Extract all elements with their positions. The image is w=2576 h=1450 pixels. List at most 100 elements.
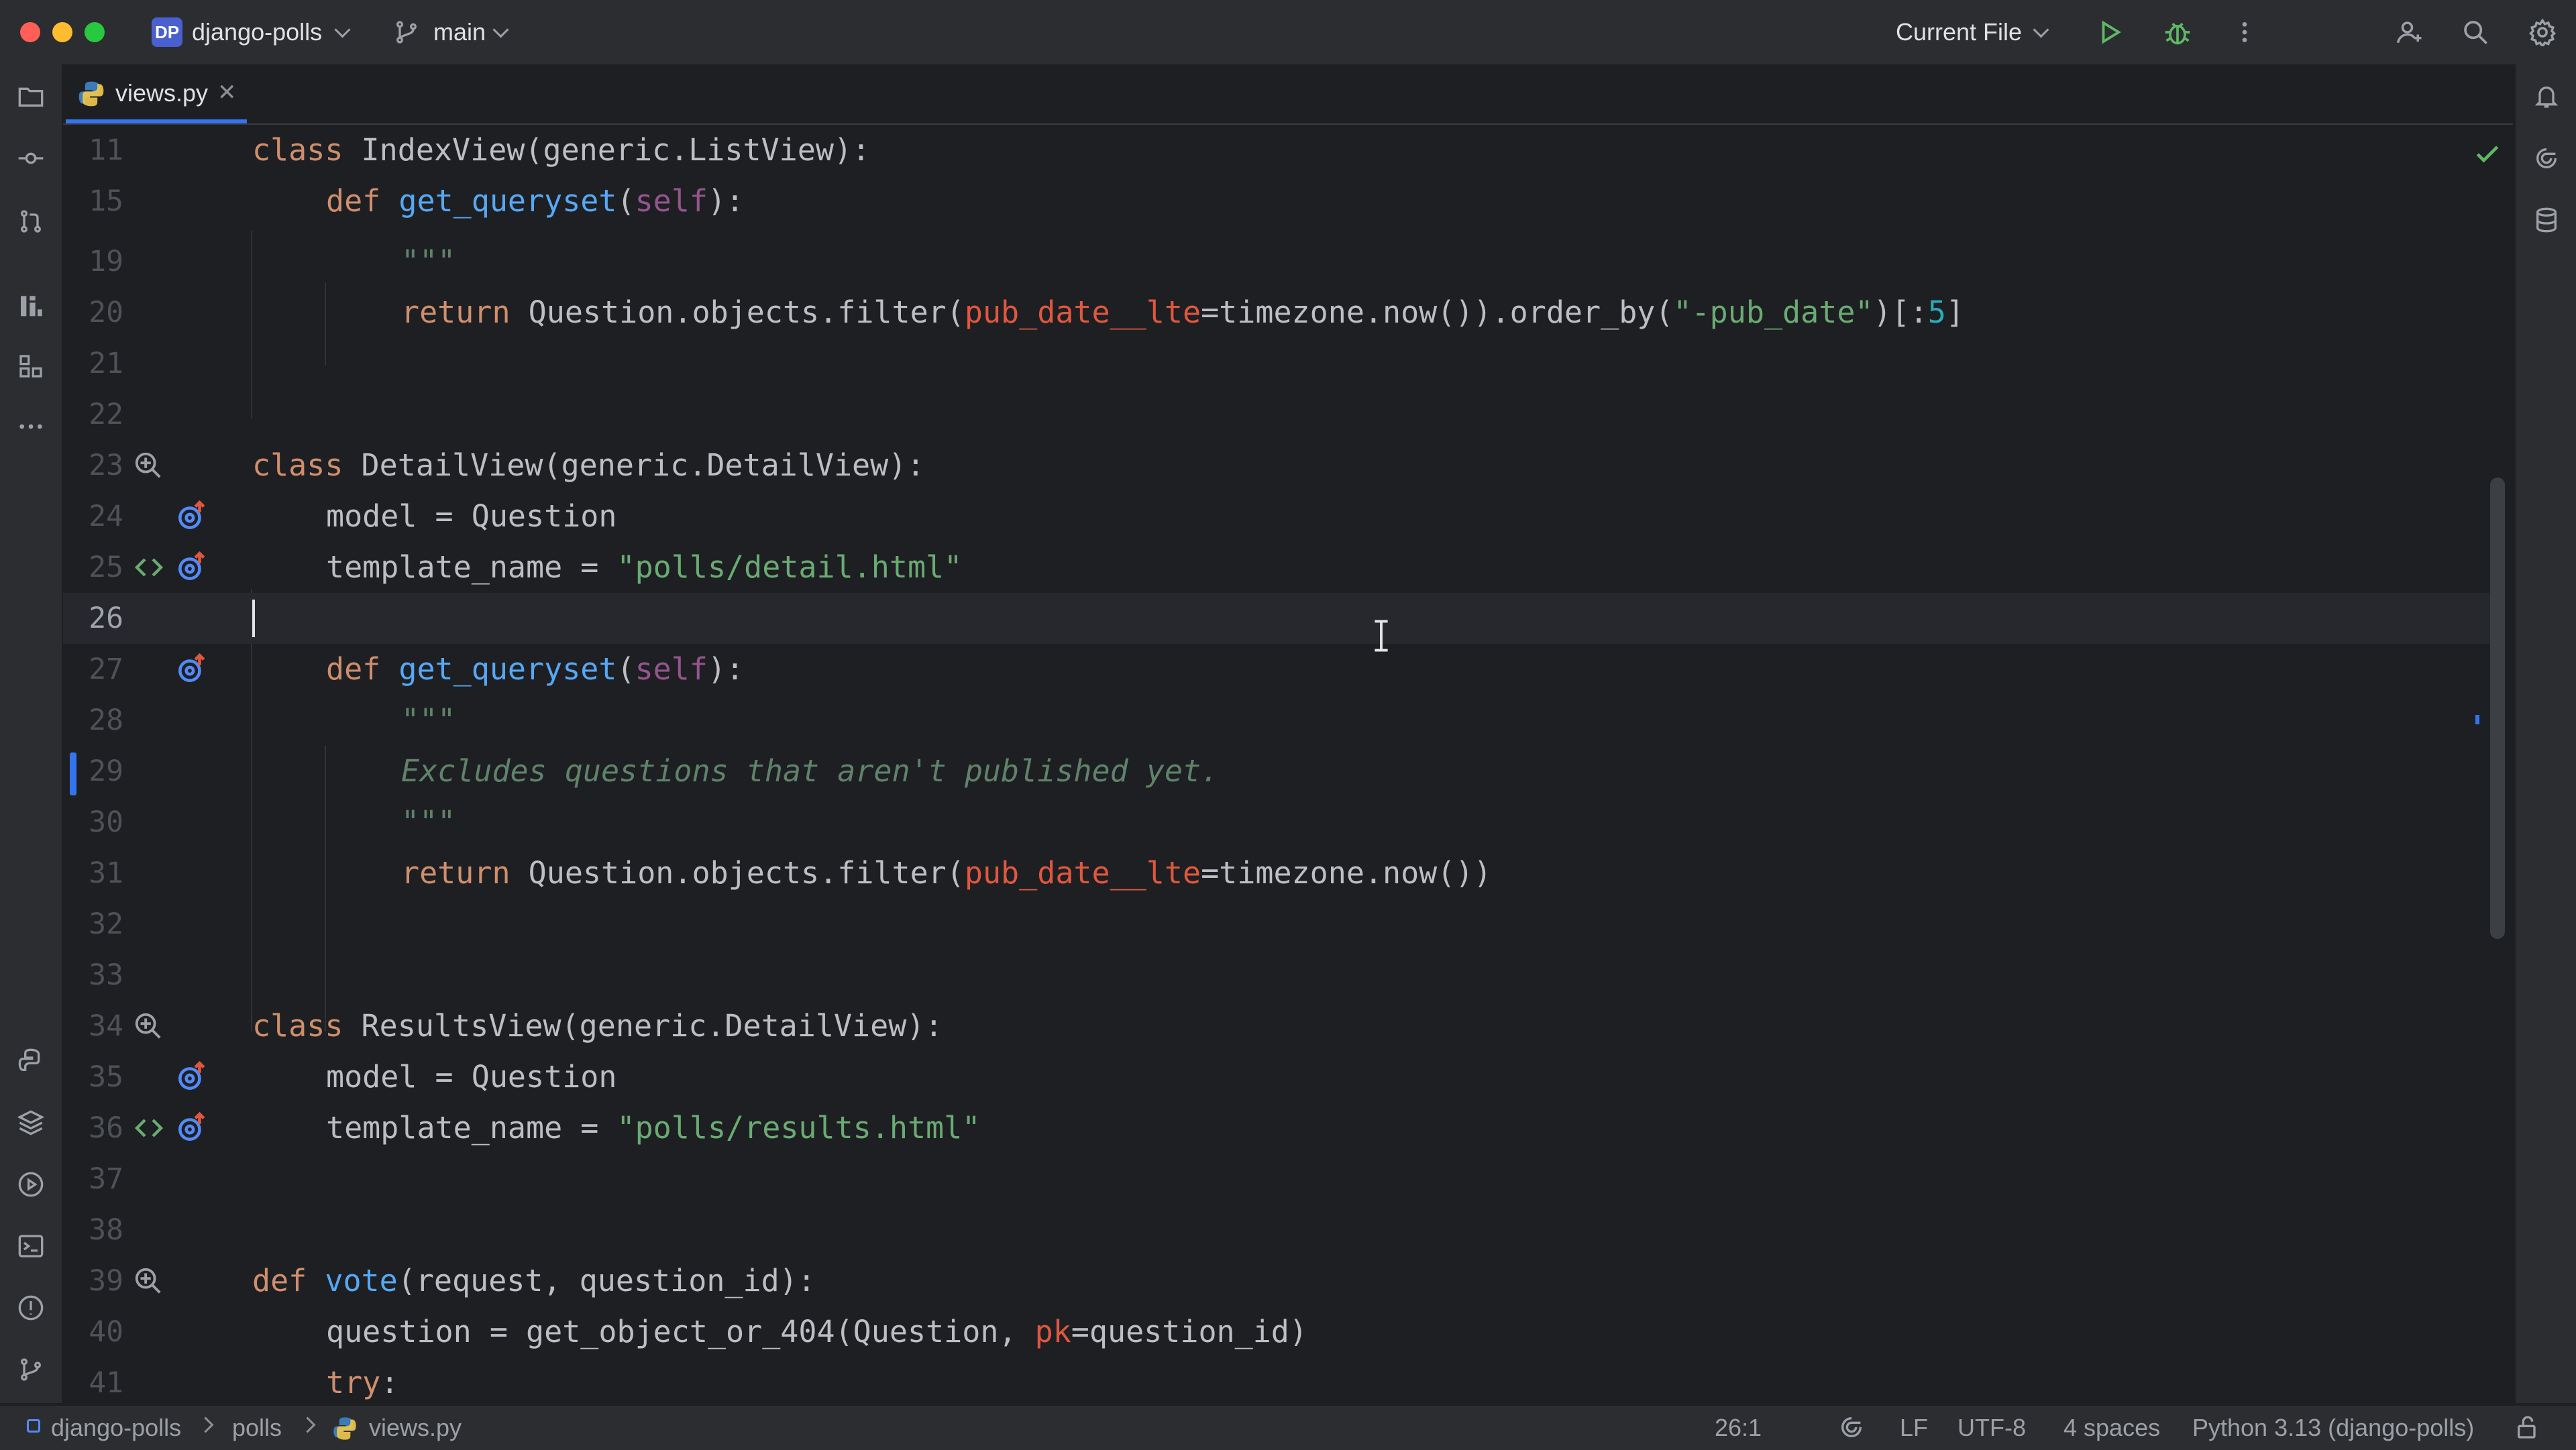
- line-number: 35: [89, 1060, 123, 1094]
- current-code-line: 26: [63, 593, 2491, 644]
- code-line: 30 """: [63, 797, 2491, 848]
- pull-request-icon[interactable]: [15, 205, 47, 237]
- line-separator[interactable]: LF: [1900, 1414, 1928, 1442]
- code-text: def get_queryset(self):: [326, 651, 745, 687]
- code-line: 32: [63, 899, 2491, 950]
- file-encoding[interactable]: UTF-8: [1957, 1414, 2026, 1442]
- branch-icon: [390, 16, 423, 48]
- tab-views-py[interactable]: views.py ✕: [66, 64, 247, 123]
- branch-name[interactable]: main: [433, 17, 486, 47]
- more-actions-icon[interactable]: [2229, 16, 2261, 48]
- code-line: 28 """: [63, 695, 2491, 746]
- project-name[interactable]: django-polls: [192, 17, 322, 47]
- python-file-icon: [331, 1415, 358, 1445]
- tab-label: views.py: [115, 79, 209, 107]
- django-view-gutter-icon[interactable]: [133, 1256, 164, 1306]
- minimize-window-button[interactable]: [52, 22, 72, 42]
- lock-icon[interactable]: [2514, 1414, 2541, 1444]
- chevron-right-icon: [299, 1416, 316, 1433]
- line-number: 27: [89, 653, 123, 686]
- breadcrumb-project[interactable]: django-polls: [51, 1414, 181, 1442]
- debug-icon[interactable]: [2161, 16, 2194, 48]
- code-text: """: [401, 243, 456, 279]
- code-text: def get_queryset(self):: [326, 183, 745, 219]
- code-line: 29 Excludes questions that aren't publis…: [63, 746, 2491, 797]
- line-number: 41: [89, 1366, 123, 1400]
- run-icon[interactable]: [2094, 16, 2127, 48]
- problems-icon[interactable]: [15, 1292, 47, 1324]
- line-number: 28: [89, 704, 123, 737]
- override-gutter-icon[interactable]: [174, 1103, 208, 1154]
- line-number: 24: [89, 500, 123, 533]
- indent-setting[interactable]: 4 spaces: [2063, 1414, 2160, 1442]
- maximize-window-button[interactable]: [85, 22, 105, 42]
- no-problems-check-icon[interactable]: [2473, 140, 2502, 172]
- code-editor[interactable]: 11 class IndexView(generic.ListView): 15…: [63, 125, 2513, 1403]
- code-text: class DetailView(generic.DetailView):: [252, 447, 925, 483]
- close-window-button[interactable]: [20, 22, 40, 42]
- override-gutter-icon[interactable]: [174, 542, 208, 593]
- django-view-gutter-icon[interactable]: [133, 440, 164, 491]
- terminal-icon[interactable]: [15, 1230, 47, 1262]
- django-view-gutter-icon[interactable]: [133, 1001, 164, 1052]
- line-number: 29: [89, 755, 123, 788]
- code-line: 22: [63, 389, 2491, 440]
- chevron-right-icon: [197, 1416, 214, 1433]
- code-line: 19 """: [63, 236, 2491, 287]
- code-line: 40 question = get_object_or_404(Question…: [63, 1306, 2491, 1357]
- django-structure-icon[interactable]: [15, 291, 47, 323]
- code-text: return Question.objects.filter(pub_date_…: [401, 855, 1492, 891]
- more-tools-icon[interactable]: [15, 410, 47, 443]
- line-number: 11: [89, 133, 123, 167]
- code-line: 31 return Question.objects.filter(pub_da…: [63, 848, 2491, 899]
- scrollbar-change-marker: [2475, 715, 2479, 724]
- template-link-gutter-icon[interactable]: [133, 542, 165, 593]
- template-link-gutter-icon[interactable]: [133, 1103, 165, 1154]
- code-text: def vote(request, question_id):: [252, 1263, 816, 1298]
- search-icon[interactable]: [2459, 16, 2491, 48]
- run-config-selector[interactable]: Current File: [1896, 17, 2022, 47]
- breadcrumb-file[interactable]: views.py: [369, 1414, 462, 1442]
- python-console-icon[interactable]: [15, 1045, 47, 1077]
- ai-assistant-icon[interactable]: [2530, 142, 2563, 174]
- services-icon[interactable]: [15, 1168, 47, 1201]
- line-number: 25: [89, 551, 123, 584]
- code-text: Excludes questions that aren't published…: [401, 753, 1220, 789]
- override-gutter-icon[interactable]: [174, 491, 208, 542]
- code-line: 15 def get_queryset(self):: [63, 176, 2491, 227]
- python-interpreter[interactable]: Python 3.13 (django-polls): [2192, 1414, 2474, 1442]
- override-gutter-icon[interactable]: [174, 644, 208, 695]
- code-text: class ResultsView(generic.DetailView):: [252, 1008, 943, 1044]
- status-bar: django-polls polls views.py 26:1 LF UTF-…: [0, 1404, 2576, 1450]
- code-line: 37: [63, 1154, 2491, 1205]
- code-text: class IndexView(generic.ListView):: [252, 132, 871, 168]
- close-icon[interactable]: ✕: [217, 79, 237, 106]
- structure-icon[interactable]: [15, 350, 47, 382]
- code-text: question = get_object_or_404(Question, p…: [326, 1314, 1307, 1349]
- mouse-ibeam-cursor: [1371, 620, 1391, 655]
- override-gutter-icon[interactable]: [174, 1052, 208, 1103]
- git-icon[interactable]: [15, 1353, 47, 1386]
- gear-icon[interactable]: [2526, 16, 2559, 48]
- line-number: 31: [89, 856, 123, 890]
- code-line: 35 model = Question: [63, 1052, 2491, 1103]
- code-line: 41 try:: [63, 1357, 2491, 1403]
- breadcrumb-folder[interactable]: polls: [232, 1414, 282, 1442]
- project-badge[interactable]: DP: [152, 17, 182, 47]
- ai-assistant-status-icon[interactable]: [1838, 1414, 1865, 1444]
- database-icon[interactable]: [2530, 204, 2563, 236]
- cursor-position[interactable]: 26:1: [1715, 1414, 1762, 1442]
- commit-icon[interactable]: [15, 142, 47, 174]
- vertical-scrollbar[interactable]: [2490, 478, 2505, 939]
- folder-icon[interactable]: [15, 80, 47, 113]
- add-user-icon[interactable]: [2394, 16, 2426, 48]
- text-caret: [252, 600, 255, 637]
- chevron-down-icon: [2033, 21, 2049, 38]
- line-number: 30: [89, 805, 123, 839]
- code-line: 23 class DetailView(generic.DetailView):: [63, 440, 2491, 491]
- code-line: 21: [63, 338, 2491, 389]
- notifications-icon[interactable]: [2530, 80, 2563, 113]
- line-number: 23: [89, 449, 123, 482]
- line-number: 39: [89, 1264, 123, 1298]
- layers-icon[interactable]: [15, 1107, 47, 1139]
